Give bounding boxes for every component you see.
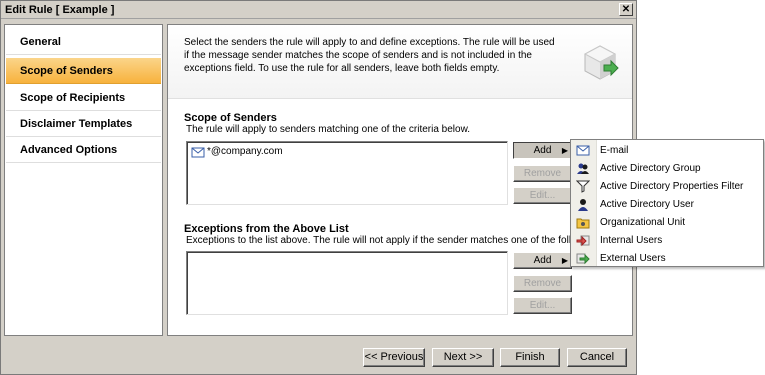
add-dropdown-menu: E-mail Active Directory Group Active Dir…: [570, 139, 764, 267]
previous-button[interactable]: << Previous: [363, 348, 425, 367]
menu-item-label: Active Directory Group: [600, 163, 701, 174]
email-icon: [191, 147, 205, 158]
exceptions-remove-button[interactable]: Remove: [513, 275, 572, 292]
ad-user-icon: [578, 199, 588, 211]
menu-item-label: Internal Users: [600, 235, 663, 246]
close-icon: ✕: [621, 4, 631, 15]
cancel-button[interactable]: Cancel: [567, 348, 627, 367]
org-unit-icon: [576, 218, 590, 229]
menu-item-ad-user[interactable]: Active Directory User: [571, 196, 763, 213]
menu-item-label: Active Directory User: [600, 199, 694, 210]
internal-users-icon: [576, 235, 590, 247]
close-button[interactable]: ✕: [619, 3, 633, 16]
sidebar-item-scope-of-senders[interactable]: Scope of Senders: [6, 58, 161, 84]
menu-item-organizational-unit[interactable]: Organizational Unit: [571, 214, 763, 231]
scope-section-title: Scope of Senders: [184, 112, 277, 124]
menu-item-email[interactable]: E-mail: [571, 142, 763, 159]
exceptions-section-title: Exceptions from the Above List: [184, 223, 349, 235]
exceptions-section-subtitle: Exceptions to the list above. The rule w…: [186, 235, 630, 246]
previous-label: << Previous: [364, 351, 424, 363]
list-item[interactable]: *@company.com: [191, 145, 283, 159]
exceptions-listbox[interactable]: [186, 251, 508, 315]
scope-add-label: Add: [533, 145, 552, 156]
scope-listbox[interactable]: *@company.com: [186, 141, 508, 205]
header-band: Select the senders the rule will apply t…: [168, 25, 632, 99]
email-icon: [576, 145, 590, 156]
page-description: Select the senders the rule will apply t…: [184, 37, 555, 74]
scope-add-button[interactable]: Add ▶: [513, 142, 572, 159]
menu-item-internal-users[interactable]: Internal Users: [571, 232, 763, 249]
sidebar-nav: General Scope of Senders Scope of Recipi…: [4, 24, 163, 336]
rule-icon: [583, 45, 619, 80]
external-users-icon: [576, 253, 590, 265]
window-title: Edit Rule [ Example ]: [5, 4, 115, 16]
menu-item-ad-group[interactable]: Active Directory Group: [571, 160, 763, 177]
list-item-label: *@company.com: [207, 146, 283, 157]
menu-item-label: Organizational Unit: [600, 217, 686, 228]
sidebar-item-scope-of-recipients[interactable]: Scope of Recipients: [6, 85, 161, 111]
exceptions-add-button[interactable]: Add ▶: [513, 252, 572, 269]
ad-group-icon: [577, 163, 589, 174]
scope-section-subtitle: The rule will apply to senders matching …: [186, 124, 471, 135]
edit-rule-dialog: Edit Rule [ Example ] ✕ General Scope of…: [0, 0, 637, 375]
menu-item-external-users[interactable]: External Users: [571, 250, 763, 267]
menu-item-label: External Users: [600, 253, 666, 264]
scope-edit-button[interactable]: Edit...: [513, 187, 572, 204]
menu-item-label: Active Directory Properties Filter: [600, 181, 744, 192]
exceptions-add-label: Add: [533, 255, 552, 266]
title-bar: Edit Rule [ Example ] ✕: [1, 1, 636, 19]
content-panel: Select the senders the rule will apply t…: [167, 24, 633, 336]
finish-button[interactable]: Finish: [500, 348, 560, 367]
chevron-right-icon: ▶: [561, 256, 568, 265]
next-button[interactable]: Next >>: [432, 348, 494, 367]
filter-icon: [576, 180, 590, 193]
sidebar-item-general[interactable]: General: [6, 29, 161, 55]
sidebar-item-advanced-options[interactable]: Advanced Options: [6, 137, 161, 163]
exceptions-edit-button[interactable]: Edit...: [513, 297, 572, 314]
chevron-right-icon: ▶: [561, 146, 568, 155]
menu-item-label: E-mail: [600, 145, 629, 156]
scope-remove-button[interactable]: Remove: [513, 165, 572, 182]
sidebar-item-disclaimer-templates[interactable]: Disclaimer Templates: [6, 111, 161, 137]
menu-item-ad-properties-filter[interactable]: Active Directory Properties Filter: [571, 178, 763, 195]
